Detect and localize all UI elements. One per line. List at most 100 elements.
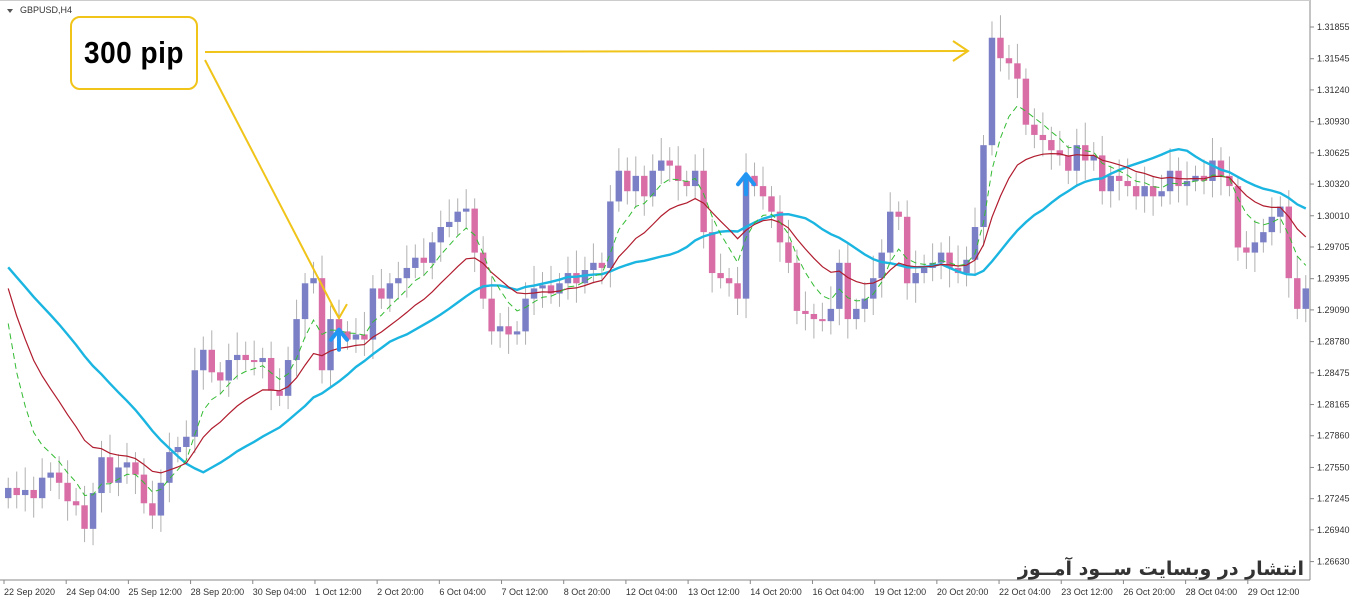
candle-body <box>386 283 394 299</box>
y-tick-label: 1.27245 <box>1317 494 1350 504</box>
candle-body <box>649 170 656 197</box>
candle-body <box>47 472 54 478</box>
candle-body <box>123 462 131 468</box>
candle-body <box>878 252 885 279</box>
candle-body <box>853 308 860 320</box>
x-tick-label: 2 Oct 20:00 <box>377 587 424 597</box>
candle-body <box>912 273 919 284</box>
candle-body <box>1141 186 1148 197</box>
candle-body <box>793 262 801 311</box>
x-tick-label: 14 Oct 20:00 <box>750 587 802 597</box>
candle-body <box>725 278 733 284</box>
x-tick-label: 20 Oct 20:00 <box>937 587 989 597</box>
candle-body <box>903 216 911 284</box>
candle-body <box>412 257 419 268</box>
candle-body <box>217 372 224 381</box>
y-tick-label: 1.28165 <box>1317 400 1350 410</box>
x-axis-ticks: 22 Sep 2020 24 Sep 04:00 25 Sep 12:00 28 Se… <box>3 580 1299 597</box>
candle-body <box>844 262 852 320</box>
candle-body <box>81 505 88 529</box>
candle-body <box>157 482 165 516</box>
x-tick-label: 19 Oct 12:00 <box>875 587 927 597</box>
candle-body <box>717 273 724 279</box>
candle-bodies <box>5 37 1309 529</box>
x-tick-label: 23 Oct 12:00 <box>1061 587 1113 597</box>
candle-body <box>1158 191 1165 197</box>
x-tick-label: 6 Oct 04:00 <box>439 587 486 597</box>
candle-body <box>1073 145 1081 171</box>
x-tick-label: 1 Oct 12:00 <box>315 587 362 597</box>
candle-body <box>886 211 894 253</box>
candle-body <box>674 165 682 181</box>
candle-body <box>1124 180 1131 187</box>
y-tick-label: 1.28780 <box>1317 337 1350 347</box>
candle-body <box>988 37 996 146</box>
candle-body <box>802 310 809 314</box>
candle-body <box>5 487 12 499</box>
y-tick-label: 1.30320 <box>1317 179 1350 189</box>
y-tick-label: 1.26940 <box>1317 525 1350 535</box>
price-chart[interactable]: GBPUSD,H4 1.318551.315451.312401.309301.… <box>0 0 1360 602</box>
y-tick-label: 1.30625 <box>1317 148 1350 158</box>
candle-body <box>462 208 470 212</box>
candle-body <box>708 232 716 274</box>
candle-body <box>30 489 37 499</box>
candle-body <box>522 298 529 332</box>
candle-body <box>55 472 63 483</box>
candle-body <box>1243 247 1250 253</box>
candle-body <box>140 474 148 504</box>
y-axis-ticks: 1.31855 1.31545 1.31240 1.30930 1.30625 1.303… <box>1310 22 1350 567</box>
candle-body <box>310 278 317 284</box>
candle-body <box>1048 140 1055 151</box>
candle-body <box>72 501 80 506</box>
x-tick-label: 25 Sep 12:00 <box>128 587 182 597</box>
x-tick-label: 8 Oct 20:00 <box>564 587 611 597</box>
candle-body <box>1065 155 1072 171</box>
candle-body <box>997 37 1004 59</box>
candle-body <box>980 145 987 228</box>
y-tick-label: 1.31240 <box>1317 85 1350 95</box>
candle-body <box>836 262 843 309</box>
candle-body <box>378 288 385 299</box>
y-tick-label: 1.31855 <box>1317 22 1350 32</box>
candle-body <box>301 283 309 320</box>
candle-body <box>1132 186 1140 197</box>
x-tick-label: 7 Oct 12:00 <box>502 587 549 597</box>
candle-body <box>624 170 631 192</box>
candle-body <box>89 493 97 529</box>
candle-body <box>293 319 300 361</box>
candle-body <box>666 160 673 166</box>
x-tick-label: 12 Oct 04:00 <box>626 587 678 597</box>
candle-body <box>242 354 249 361</box>
y-tick-label: 1.29395 <box>1317 274 1350 284</box>
chart-menu-icon[interactable] <box>7 9 13 13</box>
candle-body <box>267 357 275 391</box>
candle-body <box>106 457 114 483</box>
candle-body <box>174 446 182 453</box>
candle-body <box>1014 63 1021 79</box>
candle-body <box>496 326 504 332</box>
candle-body <box>233 354 241 361</box>
candle-body <box>870 278 877 299</box>
watermark-text: انتشار در وبسایت ســود آمــوز <box>1017 558 1304 580</box>
candle-body <box>454 211 461 222</box>
pip-callout-box: 300 pip <box>70 16 198 90</box>
x-tick-label: 26 Oct 20:00 <box>1123 587 1175 597</box>
candle-body <box>395 278 402 284</box>
candle-body <box>1149 186 1157 197</box>
y-tick-label: 1.28475 <box>1317 368 1350 378</box>
moving-averages <box>7 105 1307 497</box>
annotation-line-to-peak <box>204 50 969 53</box>
candle-body <box>810 313 818 320</box>
x-tick-label: 16 Oct 04:00 <box>812 587 864 597</box>
symbol-title: GBPUSD,H4 <box>20 5 72 15</box>
candle-body <box>590 262 597 270</box>
candle-body <box>429 242 436 263</box>
candle-body <box>895 211 902 217</box>
candle-body <box>734 283 741 299</box>
candle-body <box>1260 232 1267 243</box>
candle-body <box>539 285 546 289</box>
candle-body <box>437 227 444 243</box>
y-tick-label: 1.29705 <box>1317 242 1350 252</box>
candle-body <box>615 170 623 202</box>
